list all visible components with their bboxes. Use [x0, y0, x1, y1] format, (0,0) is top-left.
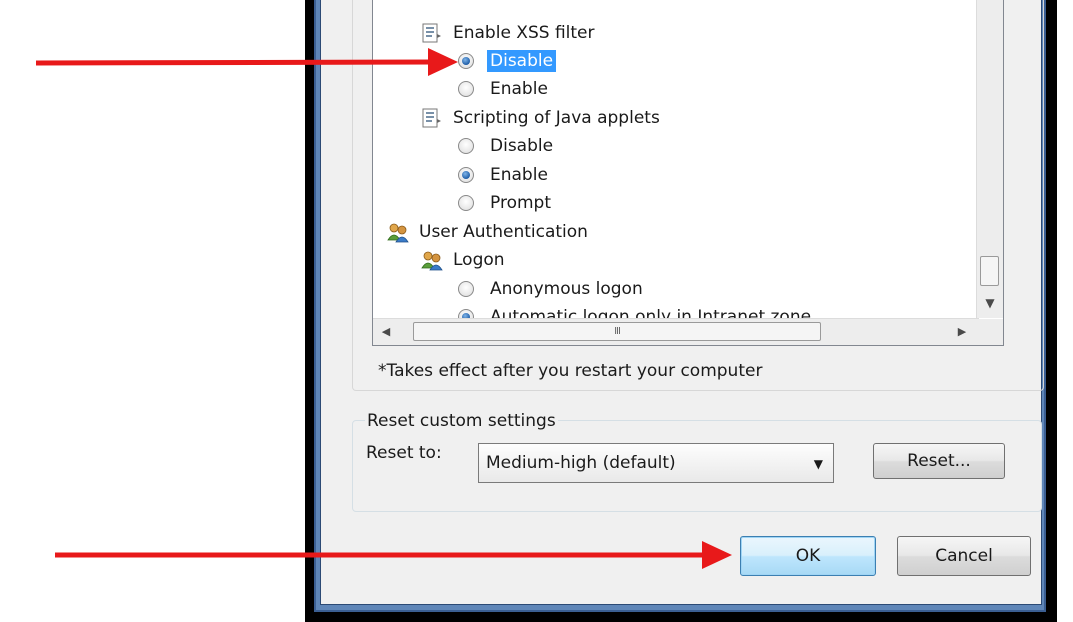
- annotation-arrow-ok: [55, 541, 732, 569]
- annotation-arrow-disable: [35, 48, 458, 76]
- annotation-arrows: [35, 48, 732, 569]
